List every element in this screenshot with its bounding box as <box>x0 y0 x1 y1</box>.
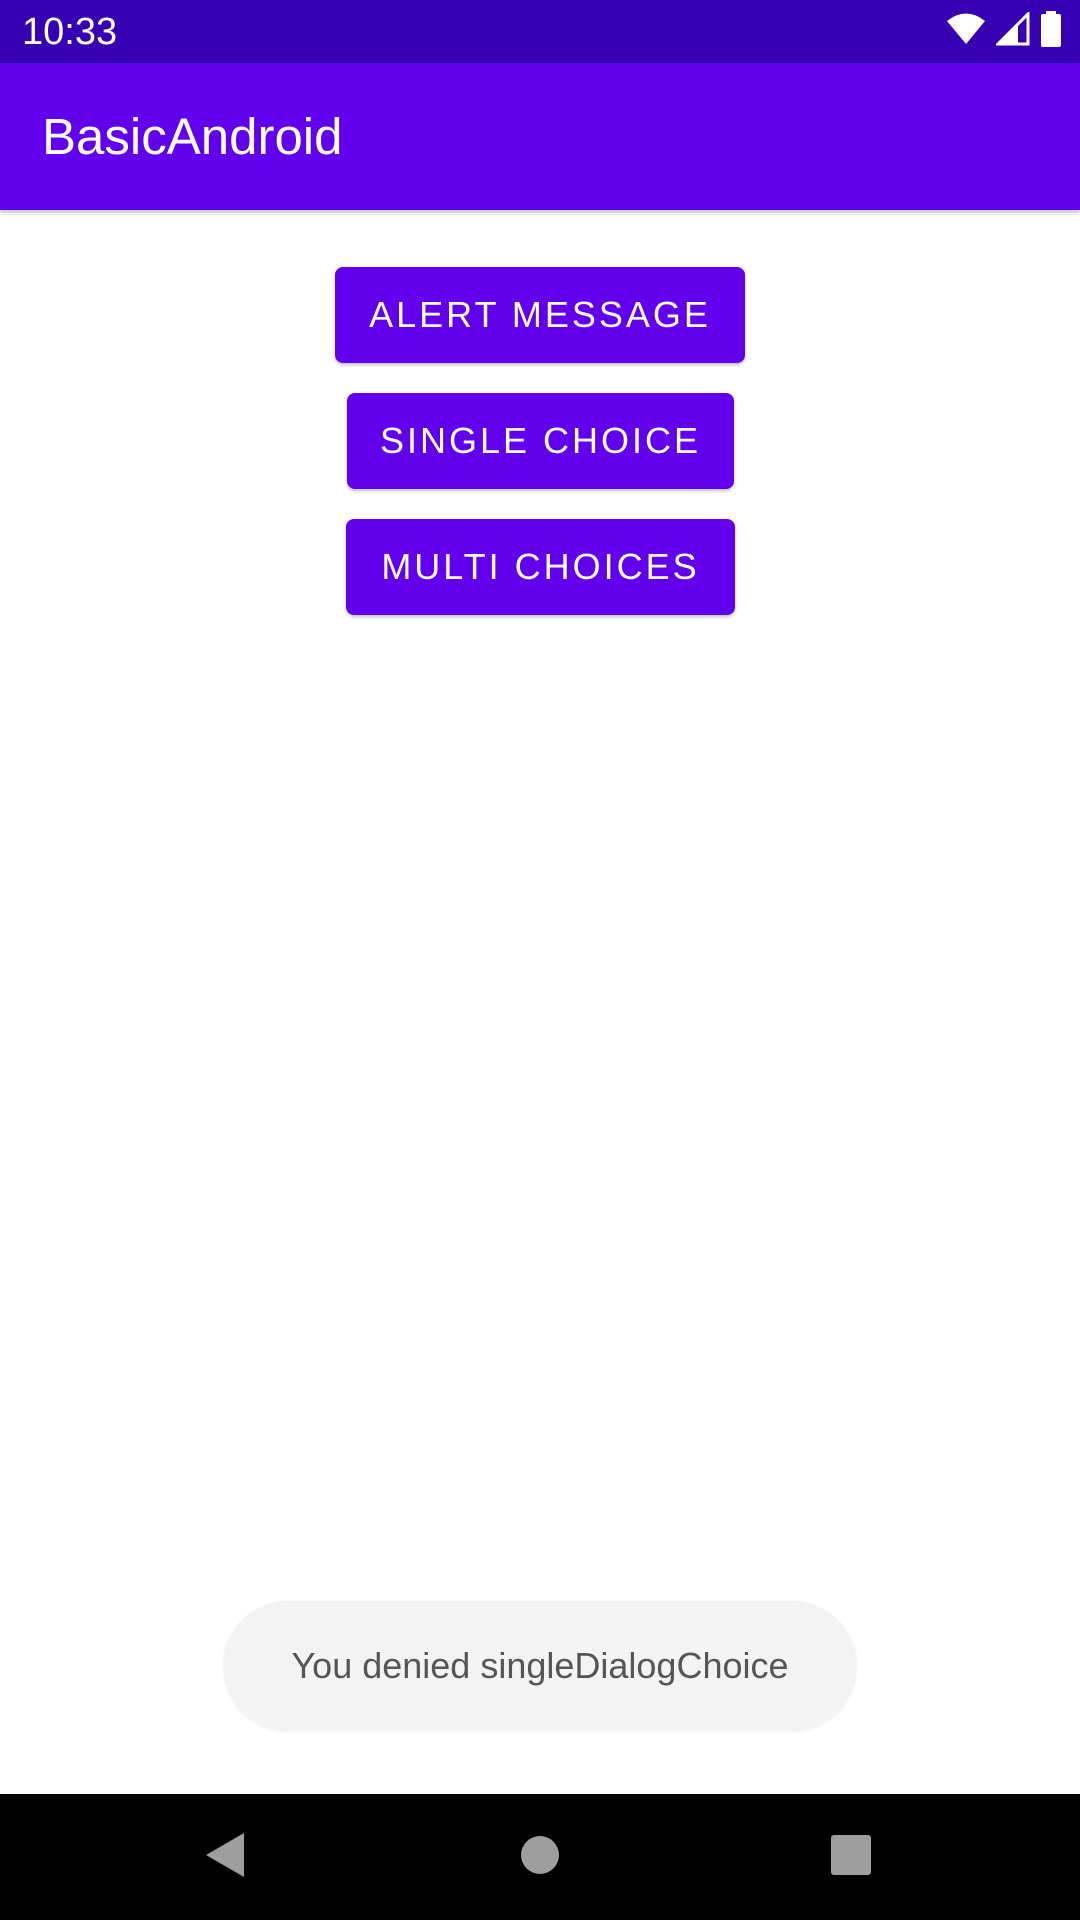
status-icons <box>946 9 1062 51</box>
status-time: 10:33 <box>22 11 118 53</box>
recents-icon <box>831 1834 871 1880</box>
alert-message-button[interactable]: ALERT MESSAGE <box>335 267 745 363</box>
wifi-icon <box>946 12 986 51</box>
back-button[interactable] <box>193 1824 259 1890</box>
signal-icon <box>994 9 1030 51</box>
toast-text: You denied singleDialogChoice <box>291 1645 789 1686</box>
home-icon <box>520 1835 560 1880</box>
status-bar: 10:33 <box>0 0 1080 63</box>
multi-choices-button[interactable]: MULTI CHOICES <box>346 519 735 615</box>
home-button[interactable] <box>507 1824 573 1890</box>
recents-button[interactable] <box>818 1824 884 1890</box>
navigation-bar <box>0 1794 1080 1920</box>
battery-icon <box>1040 10 1062 52</box>
app-bar: BasicAndroid <box>0 63 1080 210</box>
single-choice-button[interactable]: SINGLE CHOICE <box>347 393 734 489</box>
back-icon <box>204 1831 248 1884</box>
app-title: BasicAndroid <box>42 108 343 165</box>
toast-message: You denied singleDialogChoice <box>223 1601 857 1731</box>
